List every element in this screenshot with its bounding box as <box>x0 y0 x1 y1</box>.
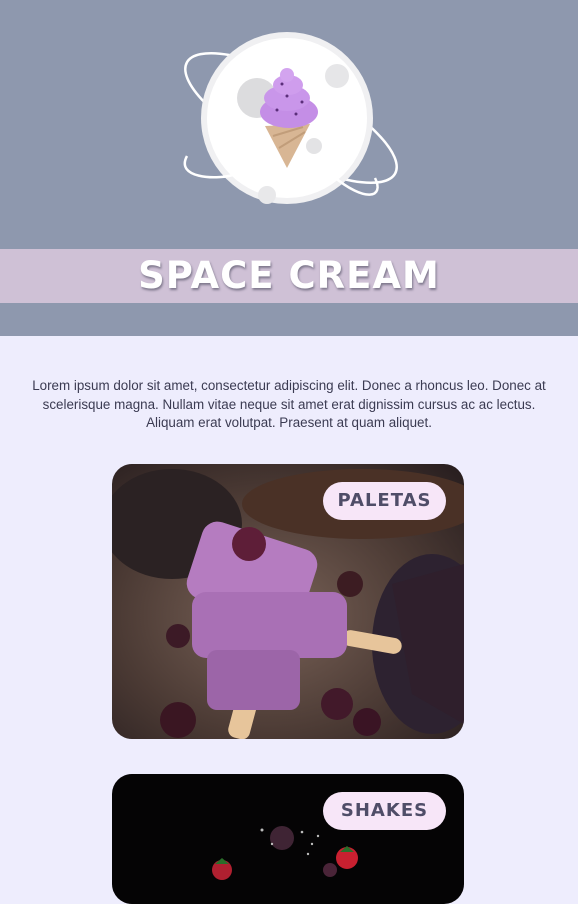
site-header: SPACE CREAM <box>0 0 578 336</box>
product-card-paletas[interactable]: PALETAS <box>112 464 464 739</box>
planet-ice-cream-logo-icon <box>183 32 398 204</box>
intro-text: Lorem ipsum dolor sit amet, consectetur … <box>32 378 546 431</box>
paletas-label[interactable]: PALETAS <box>323 482 446 520</box>
site-title: SPACE CREAM <box>138 254 440 297</box>
shakes-label[interactable]: SHAKES <box>323 792 446 830</box>
product-card-shakes[interactable]: SHAKES <box>112 774 464 904</box>
